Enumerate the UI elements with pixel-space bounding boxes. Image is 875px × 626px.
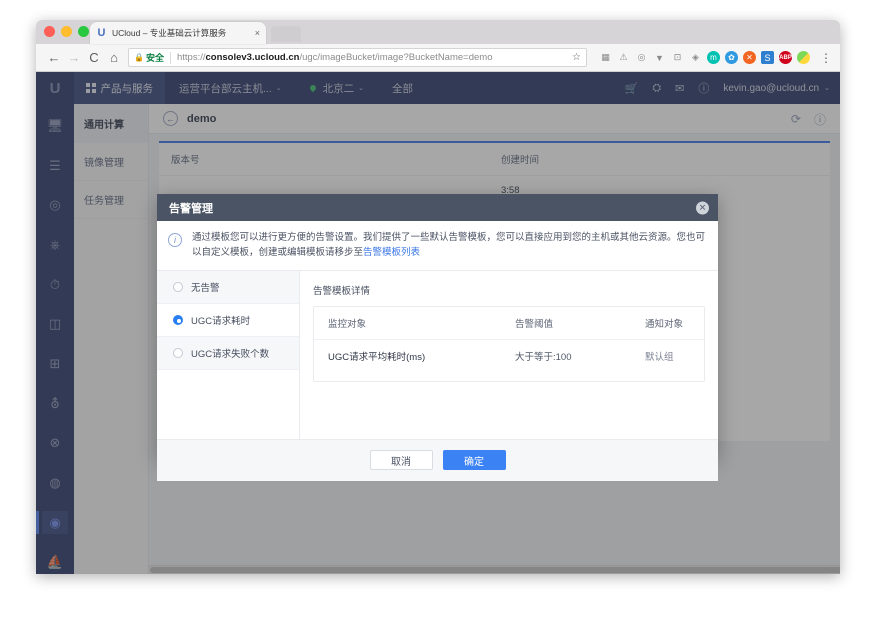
- url-prefix: https://: [176, 52, 206, 63]
- url-path: /ugc/imageBucket/image?BucketName=demo: [299, 52, 493, 63]
- confirm-button[interactable]: 确定: [442, 450, 506, 471]
- alert-icon[interactable]: ⚠: [617, 51, 630, 64]
- back-button[interactable]: ←: [44, 48, 64, 68]
- new-tab-button[interactable]: [271, 26, 301, 42]
- detail-cell-threshold: 大于等于:100: [515, 351, 572, 363]
- info-icon: i: [168, 233, 182, 247]
- dialog-notice: i 通过模板您可以进行更方便的告警设置。我们提供了一些默认告警模板，您可以直接应…: [157, 221, 718, 271]
- alarm-management-dialog: 告警管理 ✕ i 通过模板您可以进行更方便的告警设置。我们提供了一些默认告警模板…: [157, 194, 718, 481]
- filter-icon[interactable]: ▼: [653, 51, 666, 64]
- home-button[interactable]: ⌂: [104, 48, 124, 68]
- detail-col-notify: 通知对象: [645, 318, 684, 330]
- browser-toolbar: ← → C ⌂ 🔒 安全 https://consolev3.ucloud.cn…: [36, 44, 840, 72]
- detail-cell-notify: 默认组: [645, 351, 674, 363]
- dialog-title: 告警管理: [169, 202, 213, 215]
- radio-option-label: 无告警: [191, 282, 220, 294]
- teal-extension-icon[interactable]: m: [707, 51, 720, 64]
- close-icon[interactable]: ✕: [696, 201, 709, 214]
- close-window-button[interactable]: [44, 26, 55, 37]
- dialog-notice-text: 通过模板您可以进行更方便的告警设置。我们提供了一些默认告警模板，您可以直接应用到…: [192, 230, 705, 261]
- alarm-template-list-link[interactable]: 告警模板列表: [363, 247, 420, 258]
- extension-toolbar: ▦ ⚠ ◎ ▼ ⊡ ◈ m ✿ ✕ S ABP ⋮: [593, 51, 832, 65]
- window-traffic-lights: [44, 26, 89, 37]
- url-text: https://consolev3.ucloud.cn/ugc/imageBuc…: [177, 52, 568, 63]
- color-extension-icon[interactable]: [797, 51, 810, 64]
- detail-cell-target: UGC请求平均耗时(ms): [328, 351, 426, 363]
- dialog-body: 无告警 UGC请求耗时 UGC请求失败个数 告警模板详情 监控对象 告警阈值 通…: [157, 270, 718, 439]
- table-row: UGC请求平均耗时(ms) 大于等于:100 默认组: [314, 340, 704, 381]
- detail-col-target: 监控对象: [328, 318, 367, 330]
- secure-label: 安全: [145, 53, 164, 63]
- radio-icon-selected[interactable]: [173, 314, 183, 325]
- alarm-template-radio-list: 无告警 UGC请求耗时 UGC请求失败个数: [157, 270, 300, 439]
- browser-menu-icon[interactable]: ⋮: [820, 51, 832, 65]
- puzzle-icon[interactable]: ▦: [599, 51, 612, 64]
- omnibox-separator: [169, 51, 171, 64]
- blue-extension-icon[interactable]: ✿: [725, 51, 738, 64]
- radio-option-label: UGC请求失败个数: [191, 348, 270, 360]
- browser-tab[interactable]: U UCloud – 专业基础云计算服务 ×: [90, 22, 266, 44]
- dialog-header: 告警管理 ✕: [157, 194, 718, 221]
- radio-option-no-alarm[interactable]: 无告警: [157, 270, 299, 304]
- url-host: consolev3.ucloud.cn: [205, 52, 300, 63]
- forward-button[interactable]: →: [64, 48, 84, 68]
- orange-extension-icon[interactable]: ✕: [743, 51, 756, 64]
- bookmark-star-icon[interactable]: ☆: [572, 52, 581, 63]
- detail-col-threshold: 告警阈值: [515, 318, 554, 330]
- address-bar[interactable]: 🔒 安全 https://consolev3.ucloud.cn/ugc/ima…: [128, 48, 587, 67]
- radio-option-ugc-request-failures[interactable]: UGC请求失败个数: [157, 336, 299, 370]
- close-tab-icon[interactable]: ×: [253, 28, 260, 38]
- cast-icon[interactable]: ◎: [635, 51, 648, 64]
- detail-table: 监控对象 告警阈值 通知对象 UGC请求平均耗时(ms) 大于等于:100 默认…: [313, 305, 705, 382]
- radio-icon[interactable]: [173, 281, 183, 292]
- page-viewport: U 产品与服务 运营平台部云主机... ⌄ 北京二 ⌄ 全部 🛒 ⛭ ✉ ⓘ k…: [36, 72, 840, 574]
- radio-option-ugc-request-latency[interactable]: UGC请求耗时: [157, 303, 299, 337]
- cancel-button[interactable]: 取消: [369, 450, 433, 471]
- browser-tab-title: UCloud – 专业基础云计算服务: [112, 28, 227, 38]
- s-extension-icon[interactable]: S: [761, 51, 774, 64]
- droplet-icon[interactable]: ◈: [689, 51, 702, 64]
- notice-body: 通过模板您可以进行更方便的告警设置。我们提供了一些默认告警模板，您可以直接应用到…: [192, 232, 706, 259]
- radio-option-label: UGC请求耗时: [191, 315, 251, 327]
- minimize-window-button[interactable]: [61, 26, 72, 37]
- alarm-template-detail-panel: 告警模板详情 监控对象 告警阈值 通知对象 UGC请求平均耗时(ms) 大于等于…: [300, 271, 718, 439]
- browser-tabstrip: U UCloud – 专业基础云计算服务 ×: [36, 20, 840, 44]
- browser-window: U UCloud – 专业基础云计算服务 × ← → C ⌂ 🔒 安全 http…: [36, 20, 840, 574]
- maximize-window-button[interactable]: [78, 26, 89, 37]
- detail-panel-title: 告警模板详情: [313, 285, 371, 297]
- radio-icon[interactable]: [173, 347, 183, 358]
- abp-extension-icon[interactable]: ABP: [779, 51, 792, 64]
- ucloud-favicon-icon: U: [97, 26, 106, 39]
- lock-icon: 🔒: [134, 53, 144, 62]
- reload-button[interactable]: C: [84, 48, 104, 68]
- dialog-footer: 取消 确定: [157, 438, 718, 481]
- detail-table-header: 监控对象 告警阈值 通知对象: [314, 307, 704, 340]
- frame-icon[interactable]: ⊡: [671, 51, 684, 64]
